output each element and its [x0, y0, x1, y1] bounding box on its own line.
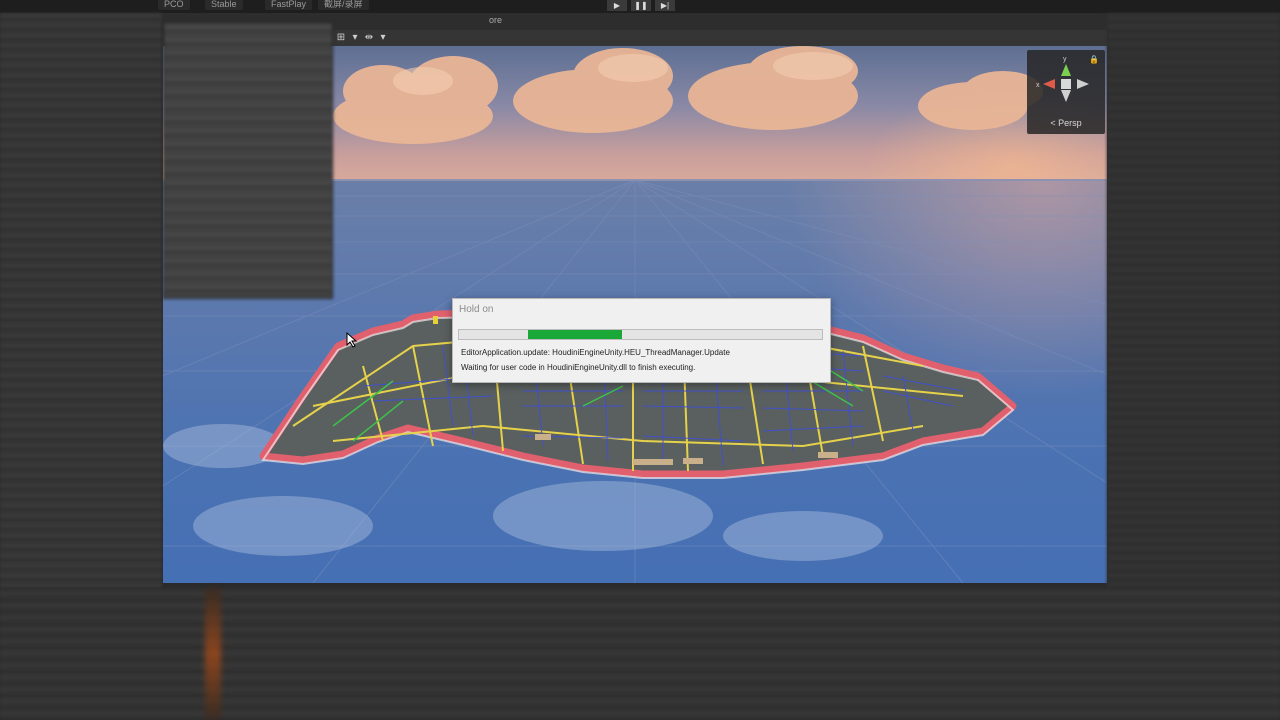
- dialog-message-line2: Waiting for user code in HoudiniEngineUn…: [461, 363, 696, 372]
- projection-label[interactable]: < Persp: [1027, 118, 1105, 128]
- mouse-cursor-icon: [346, 332, 358, 348]
- orange-accent: [205, 588, 221, 720]
- dialog-title: Hold on: [459, 304, 494, 315]
- hold-on-dialog: Hold on EditorApplication.update: Houdin…: [452, 298, 831, 383]
- capture-button[interactable]: 截屏/录屏: [318, 0, 369, 10]
- gizmo-y-label: y: [1063, 56, 1067, 63]
- hierarchy-panel: [163, 22, 333, 299]
- axis-gizmo-icon[interactable]: y x 🔒: [1027, 50, 1105, 120]
- scene-tab-label[interactable]: ore: [489, 15, 502, 25]
- play-icon[interactable]: ▶: [607, 0, 627, 11]
- layout-dropdown[interactable]: PCO: [158, 0, 190, 10]
- lock-icon: 🔒: [1089, 55, 1099, 64]
- project-panel: [0, 13, 162, 588]
- progress-fill: [528, 330, 622, 339]
- step-icon[interactable]: ▶|: [655, 0, 675, 11]
- chevron-down-icon[interactable]: ▾: [373, 31, 393, 45]
- main-toolbar: PCO Stable FastPlay 截屏/录屏 ▶ ❚❚ ▶|: [0, 0, 1280, 13]
- clouds: [333, 46, 1043, 144]
- pause-icon[interactable]: ❚❚: [631, 0, 651, 11]
- dialog-message-line1: EditorApplication.update: HoudiniEngineU…: [461, 348, 730, 357]
- console-panel: [0, 588, 1280, 720]
- branch-dropdown[interactable]: Stable: [205, 0, 243, 10]
- inspector-panel: [1107, 13, 1280, 588]
- progress-bar: [458, 329, 823, 340]
- gizmo-x-label: x: [1036, 82, 1040, 89]
- orientation-gizmo[interactable]: y x 🔒 < Persp: [1027, 50, 1105, 134]
- scene-toolbar: ⊞ ▾ ⇹ ▾: [331, 30, 1107, 46]
- fastplay-button[interactable]: FastPlay: [265, 0, 313, 10]
